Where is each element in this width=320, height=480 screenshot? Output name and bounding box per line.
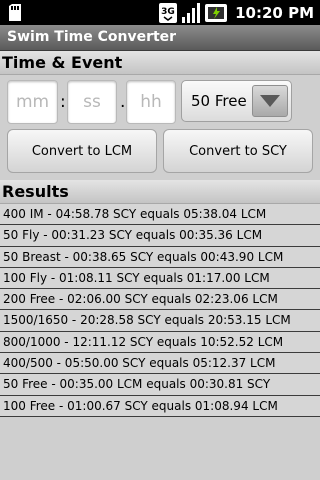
- app-title: Swim Time Converter: [7, 29, 177, 45]
- event-dropdown-button[interactable]: [252, 85, 288, 117]
- list-item[interactable]: 50 Breast - 00:38.65 SCY equals 00:43.90…: [0, 246, 320, 268]
- list-item[interactable]: 800/1000 - 12:11.12 SCY equals 10:52.52 …: [0, 331, 320, 354]
- list-item[interactable]: 1500/1650 - 20:28.58 SCY equals 20:53.15…: [0, 310, 320, 332]
- minutes-input[interactable]: [8, 81, 57, 123]
- seconds-field-wrapper: [67, 80, 117, 124]
- results-header: Results: [0, 180, 320, 204]
- battery-charging-icon: [205, 3, 228, 22]
- status-time: 10:20 PM: [235, 3, 314, 22]
- list-item[interactable]: 200 Free - 02:06.00 SCY equals 02:23.06 …: [0, 289, 320, 311]
- minutes-field-wrapper: [7, 80, 58, 124]
- results-list: 400 IM - 04:58.78 SCY equals 05:38.04 LC…: [0, 204, 320, 417]
- event-select-value: 50 Free: [191, 92, 247, 110]
- hundredths-input[interactable]: [127, 81, 175, 123]
- dot-separator: .: [120, 92, 126, 112]
- colon-separator: :: [60, 92, 66, 112]
- list-item[interactable]: 100 Free - 01:00.67 SCY equals 01:08.94 …: [0, 395, 320, 417]
- list-item[interactable]: 50 Free - 00:35.00 LCM equals 00:30.81 S…: [0, 374, 320, 396]
- network-3g-icon: 3G: [159, 2, 178, 23]
- list-item[interactable]: 400 IM - 04:58.78 SCY equals 05:38.04 LC…: [0, 204, 320, 226]
- convert-to-scy-button[interactable]: Convert to SCY: [163, 129, 313, 173]
- app-title-bar: Swim Time Converter: [0, 25, 320, 51]
- list-item[interactable]: 100 Fly - 01:08.11 SCY equals 01:17.00 L…: [0, 267, 320, 290]
- time-event-header-label: Time & Event: [2, 53, 123, 72]
- list-item[interactable]: 50 Fly - 00:31.23 SCY equals 00:35.36 LC…: [0, 225, 320, 247]
- svg-text:3G: 3G: [161, 7, 175, 17]
- seconds-input[interactable]: [68, 81, 116, 123]
- hundredths-field-wrapper: [126, 80, 176, 124]
- event-select[interactable]: 50 Free: [181, 80, 292, 122]
- signal-bars-icon: [182, 2, 201, 23]
- results-header-label: Results: [2, 182, 69, 201]
- time-event-header: Time & Event: [0, 51, 320, 75]
- status-bar: 3G 10:20 PM: [0, 0, 320, 25]
- chevron-down-icon: [260, 95, 280, 107]
- sd-card-icon: [9, 4, 21, 21]
- list-item[interactable]: 400/500 - 05:50.00 SCY equals 05:12.37 L…: [0, 353, 320, 375]
- convert-to-lcm-button[interactable]: Convert to LCM: [7, 129, 157, 173]
